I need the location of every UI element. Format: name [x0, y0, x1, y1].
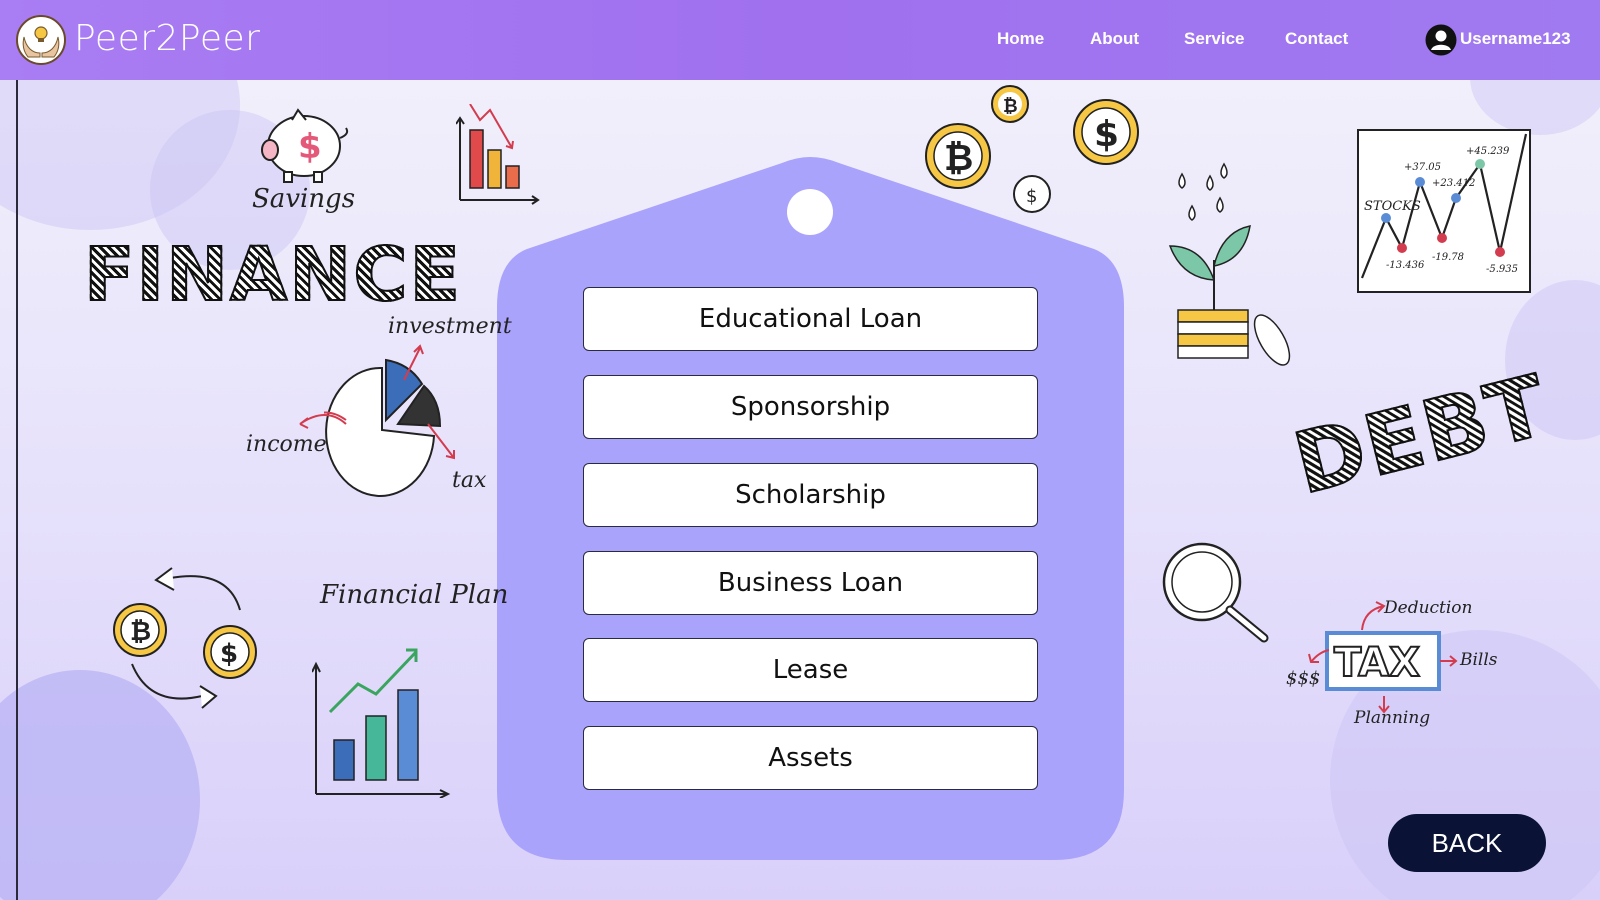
crypto-exchange-icon: ₿ $ [113, 567, 257, 709]
falling-bar-chart-icon [456, 104, 540, 205]
nav-service-link[interactable]: Service [1184, 29, 1245, 49]
educational-loan-button[interactable]: Educational Loan [583, 287, 1038, 351]
money-plant-icon [1168, 162, 1291, 366]
lease-button[interactable]: Lease [583, 638, 1038, 702]
crypto-coins-icon: ₿ ₿ $ $ [925, 85, 1139, 213]
tax-label: tax [452, 468, 487, 493]
deduction-label: Deduction [1384, 598, 1473, 618]
bills-label: Bills [1460, 650, 1498, 670]
stock-value-label: -13.436 [1386, 260, 1425, 271]
tax-word: TAX [1334, 640, 1420, 686]
debt-heading: DEBT [1284, 355, 1559, 514]
username-label[interactable]: Username123 [1460, 29, 1571, 49]
assets-button[interactable]: Assets [583, 726, 1038, 790]
bills-arrow-icon [1440, 655, 1458, 667]
logo[interactable] [16, 15, 66, 65]
back-button[interactable]: BACK [1388, 814, 1546, 872]
stock-value-label: +23.412 [1432, 178, 1475, 189]
hands-bulb-logo-icon [22, 26, 60, 58]
scholarship-button[interactable]: Scholarship [583, 463, 1038, 527]
income-label: income [246, 432, 327, 457]
nav-contact-link[interactable]: Contact [1285, 29, 1348, 49]
stock-value-label: -19.78 [1432, 252, 1464, 263]
savings-label: Savings [252, 184, 356, 214]
business-loan-button[interactable]: Business Loan [583, 551, 1038, 615]
growth-bar-chart-icon [312, 648, 451, 798]
investment-label: investment [388, 314, 512, 339]
svg-text:$: $ [220, 639, 238, 669]
tax-box-icon: TAX [1325, 631, 1441, 691]
brand-name: Peer2Peer [74, 18, 261, 59]
sponsorship-button[interactable]: Sponsorship [583, 375, 1038, 439]
svg-text:$: $ [1094, 114, 1119, 155]
svg-text:$: $ [1026, 186, 1037, 207]
stock-value-label: +37.05 [1404, 162, 1441, 173]
stock-value-label: -5.935 [1486, 264, 1518, 275]
finance-heading: FINANCE [83, 231, 463, 319]
nav-about-link[interactable]: About [1090, 29, 1139, 49]
stocks-chart-icon: STOCKS +37.05 +23.412 +45.239 -13.436 -1… [1357, 129, 1531, 293]
left-border [16, 80, 18, 900]
financial-plan-label: Financial Plan [320, 580, 509, 610]
tag-hole [787, 189, 833, 235]
user-avatar-icon[interactable] [1425, 24, 1457, 56]
svg-text:₿: ₿ [130, 617, 151, 647]
nav-home-link[interactable]: Home [997, 29, 1044, 49]
stock-value-label: +45.239 [1466, 146, 1510, 157]
money-label: $$$ [1286, 668, 1321, 689]
magnifier-icon [1162, 542, 1269, 643]
planning-label: Planning [1354, 708, 1431, 728]
stocks-label: STOCKS [1364, 199, 1421, 214]
navbar: Peer2Peer Home About Service Contact Use… [0, 0, 1600, 80]
piggy-bank-icon: $ [261, 108, 349, 183]
money-arrow-icon [1308, 649, 1330, 663]
svg-text:$: $ [298, 127, 322, 167]
svg-text:₿: ₿ [944, 138, 973, 179]
svg-text:₿: ₿ [1003, 96, 1018, 117]
